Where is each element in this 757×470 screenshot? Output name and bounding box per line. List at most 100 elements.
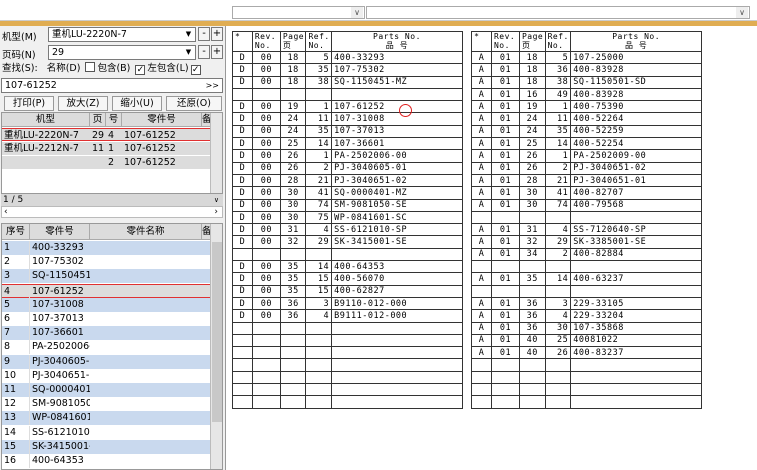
gap: [461, 260, 473, 273]
scrollbar-thumb[interactable]: [212, 242, 222, 422]
catalog-cell: 24: [279, 112, 307, 126]
catalog-cell: [544, 358, 572, 372]
catalog-cell: 28: [518, 173, 546, 188]
parts-row[interactable]: 4 107-61252: [2, 283, 211, 299]
catalog-cell: [570, 284, 702, 298]
restore-button[interactable]: 还原(O): [166, 96, 222, 111]
parts-seq: 9: [2, 354, 30, 369]
catalog-cell: 400-64353: [331, 260, 463, 274]
page-label: 页码(N): [2, 50, 36, 61]
results-row[interactable]: 重机LU-2212N-7 11 1 107-61252: [2, 142, 211, 155]
parts-partno: SQ-1150451-M: [32, 270, 90, 282]
catalog-cell: 01: [490, 149, 520, 163]
catalog-cell: 01: [490, 333, 520, 348]
catalog-cell: 31: [518, 223, 546, 237]
catalog-cell: 41: [544, 186, 572, 200]
page-plus-button[interactable]: +: [211, 45, 223, 59]
parts-row[interactable]: 10PJ-3040651-0;: [2, 368, 211, 383]
catalog-cell: [232, 247, 253, 262]
parts-row[interactable]: 6 107-37013: [2, 312, 211, 326]
parts-row[interactable]: 7 107-36601: [2, 326, 211, 341]
parts-partno: PA-2502006-0(: [32, 341, 90, 353]
gap: [461, 297, 473, 310]
catalog-cell: 107-37013: [331, 124, 463, 139]
parts-seq: 13: [2, 411, 30, 426]
catalog-cell: 36: [279, 309, 307, 323]
catalog-cell: 01: [490, 63, 520, 77]
catalog-cell: 32: [518, 235, 546, 249]
parts-row[interactable]: 2 107-75302: [2, 255, 211, 270]
results-row[interactable]: 重机LU-2220N-7 29 4 107-61252: [2, 128, 211, 141]
catalog-cell: [570, 260, 702, 274]
catalog-cell: 00: [251, 186, 281, 200]
page-minus-button[interactable]: -: [198, 45, 210, 59]
results-scrollbar[interactable]: [210, 113, 222, 193]
parts-row[interactable]: 1 400-33293: [2, 241, 211, 255]
catalog-cell: 49: [544, 87, 572, 102]
catalog-cell: [232, 87, 253, 102]
parts-row[interactable]: 8PA-2502006-0(: [2, 340, 211, 355]
results-col-no[interactable]: 号: [106, 113, 122, 127]
parts-partno: 107-31008: [32, 298, 84, 310]
parts-row[interactable]: 14SS-6121010-S: [2, 425, 211, 440]
catalog-cell: PJ-3040651-01: [570, 173, 702, 188]
parts-row[interactable]: 13WP-0841601-S: [2, 411, 211, 426]
chevron-down-icon[interactable]: ∨: [214, 194, 219, 206]
catalog-cell: [471, 395, 492, 409]
parts-scrollbar[interactable]: [210, 224, 222, 469]
left-contains-checkbox[interactable]: ✓: [135, 65, 146, 75]
catalog-cell: 00: [251, 284, 281, 298]
parts-row[interactable]: 9PJ-3040605-0': [2, 354, 211, 369]
gap: [461, 100, 473, 113]
gap: [461, 63, 473, 77]
model-combo[interactable]: 重机LU-2220N-7 ▼: [48, 27, 196, 42]
catalog-cell: A: [471, 186, 492, 200]
catalog-cell: 01: [490, 137, 520, 151]
contains-checkbox[interactable]: [85, 62, 96, 72]
chevron-left-icon[interactable]: ‹: [4, 207, 8, 217]
parts-col-seq[interactable]: 序号: [2, 224, 30, 240]
zoom-in-button[interactable]: 放大(Z): [58, 96, 108, 111]
top-dropdown-2[interactable]: ∨: [366, 6, 750, 19]
gap: [461, 235, 473, 249]
results-col-model[interactable]: 机型: [2, 113, 90, 127]
catalog-row: D 00 18 5 400-33293 A 01 18 5 107-25000: [232, 50, 702, 65]
catalog-cell: [232, 358, 253, 372]
catalog-cell: 00: [251, 100, 281, 114]
catalog-cell: [518, 395, 546, 409]
search-input[interactable]: 107-61252 >>: [1, 78, 223, 93]
parts-row[interactable]: 3SQ-1150451-M: [2, 269, 211, 284]
parts-row[interactable]: 12SM-9081050-S: [2, 397, 211, 412]
catalog-cell: A: [471, 112, 492, 126]
top-dropdown-1[interactable]: ∨: [232, 6, 365, 19]
parts-row[interactable]: 5 107-31008: [2, 297, 211, 312]
model-minus-button[interactable]: -: [198, 27, 210, 41]
catalog-cell: [251, 383, 281, 397]
results-hscrollbar[interactable]: ‹ ›: [1, 206, 223, 218]
catalog-cell: A: [471, 309, 492, 323]
parts-seq: 11: [2, 383, 30, 397]
catalog-cell: 107-61252: [331, 100, 463, 114]
results-row[interactable]: 2 107-61252: [2, 156, 211, 169]
page-combo[interactable]: 29 ▼: [48, 45, 196, 60]
catalog-cell: [251, 321, 281, 335]
model-plus-button[interactable]: +: [211, 27, 223, 41]
parts-row[interactable]: 11SQ-0000401-M: [2, 383, 211, 397]
parts-row[interactable]: 16 400-64353: [2, 454, 211, 468]
results-col-page[interactable]: 页: [90, 113, 106, 127]
catalog-cell: 19: [279, 100, 307, 114]
parts-row[interactable]: 15SK-3415001-S: [2, 439, 211, 454]
parts-col-name[interactable]: 零件名称: [90, 224, 202, 240]
gap: [461, 358, 473, 372]
chevron-right-icon[interactable]: ›: [214, 207, 218, 217]
parts-col-partno[interactable]: 零件号: [30, 224, 90, 240]
parts-seq: 1: [2, 241, 30, 255]
parts-seq: 5: [2, 297, 30, 312]
print-button[interactable]: 打印(P): [4, 96, 54, 111]
catalog-row: D 00 26 2 PJ-3040605-01 A 01 26 2 PJ-3040651-02: [232, 161, 702, 175]
zoom-out-button[interactable]: 缩小(U): [112, 96, 162, 111]
catalog-cell: 11: [305, 112, 333, 126]
results-col-partno[interactable]: 零件号: [122, 113, 202, 127]
extra-checkbox[interactable]: ✓: [190, 65, 201, 75]
search-go-button[interactable]: >>: [206, 79, 219, 92]
